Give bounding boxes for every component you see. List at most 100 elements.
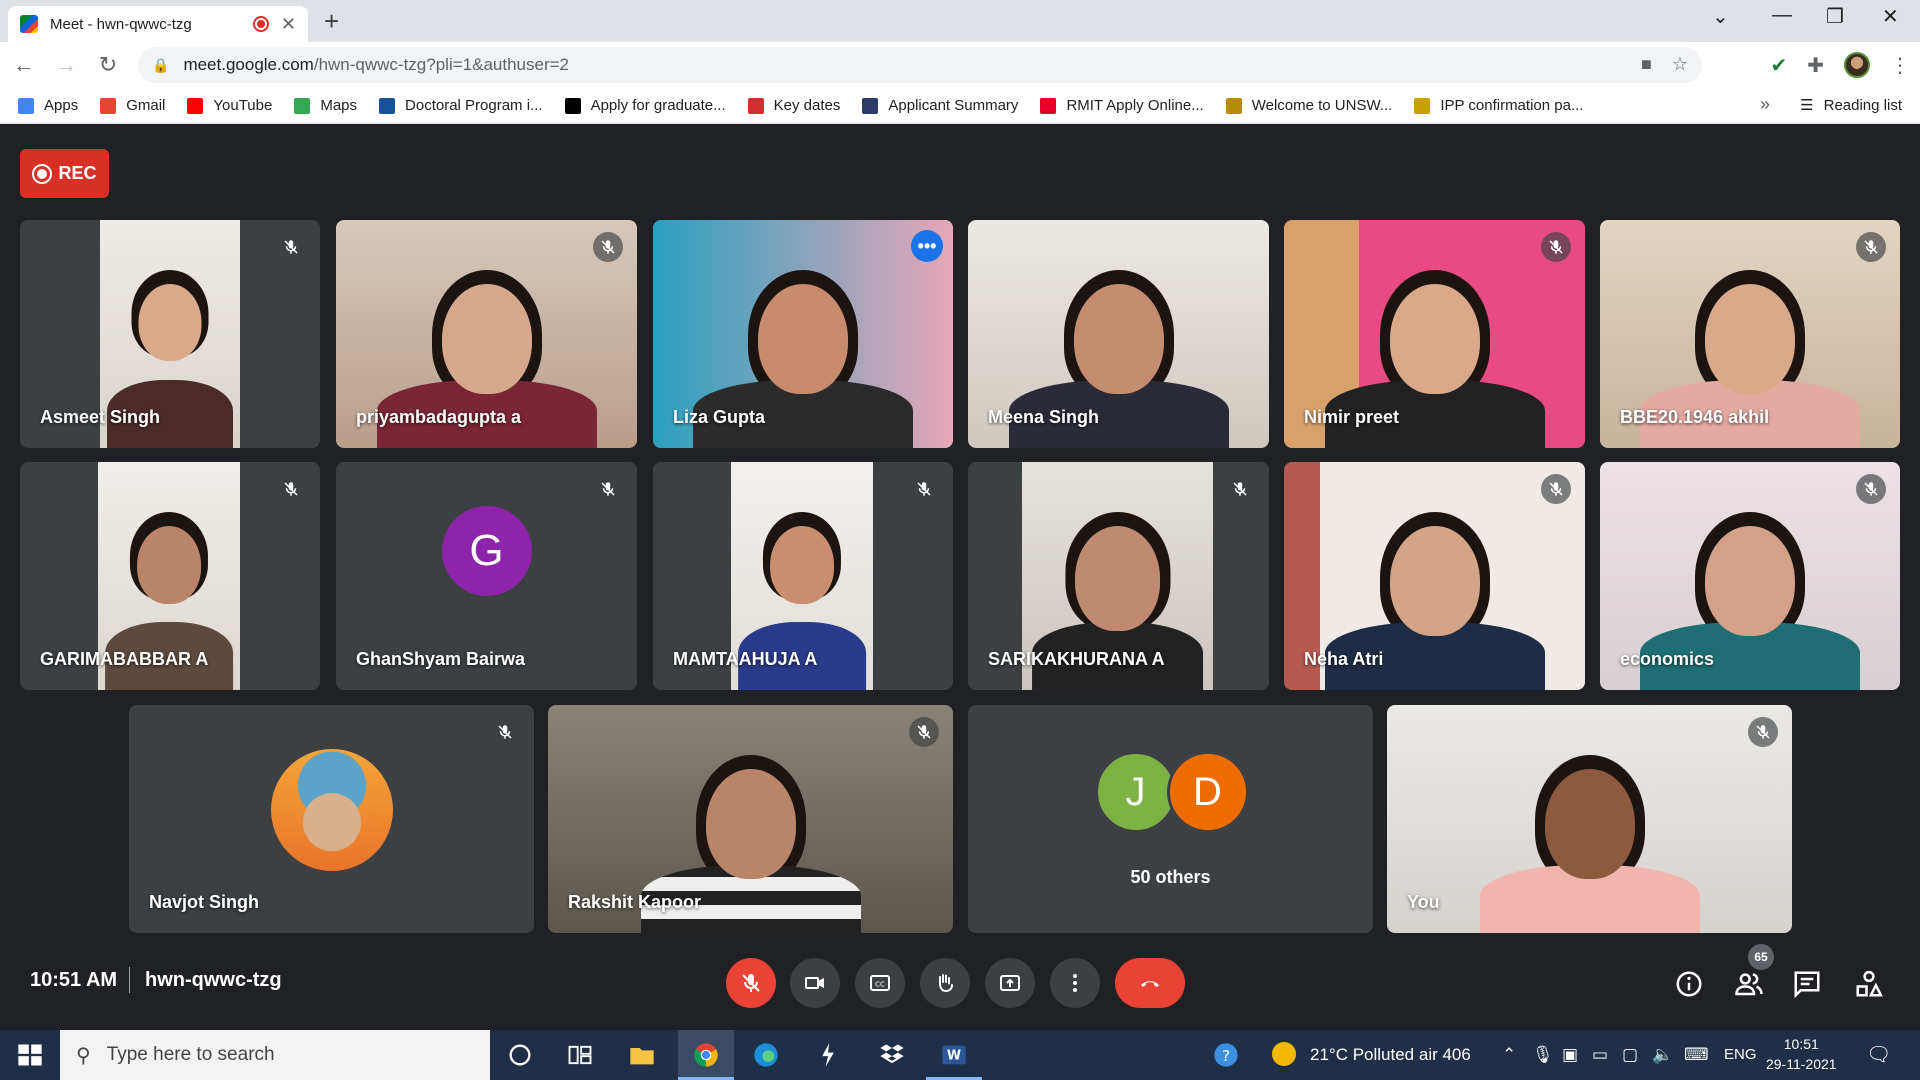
file-explorer-icon[interactable] bbox=[628, 1041, 656, 1069]
tab-search-icon[interactable]: ⌄ bbox=[1712, 4, 1729, 29]
more-bookmarks-icon[interactable]: » bbox=[1760, 94, 1770, 115]
volume-icon[interactable]: 🔈 bbox=[1652, 1045, 1673, 1065]
browser-tabstrip: Meet - hwn-qwwc-tzg ✕ + ⌄ — ❐ ✕ bbox=[0, 0, 1920, 42]
help-icon[interactable]: ? bbox=[1212, 1041, 1240, 1069]
keyboard-icon[interactable]: ⌨ bbox=[1684, 1045, 1709, 1065]
forward-icon[interactable]: → bbox=[48, 52, 84, 78]
participant-name: Meena Singh bbox=[988, 407, 1100, 427]
participant-name: MAMTAAHUJA A bbox=[673, 649, 818, 669]
app-lightning-icon[interactable] bbox=[814, 1041, 842, 1069]
meet-favicon-icon bbox=[20, 15, 38, 33]
bookmark-favicon-icon bbox=[379, 97, 396, 114]
activities-icon[interactable] bbox=[1854, 969, 1884, 999]
bookmarks-bar: Apps Gmail YouTube Maps Doctoral Program i..… bbox=[0, 88, 1920, 124]
display-tray-icon[interactable]: ▣ bbox=[1562, 1045, 1578, 1065]
weather-text[interactable]: 21°C Polluted air 406 bbox=[1310, 1045, 1471, 1065]
bookmark-item[interactable]: IPP confirmation pa... bbox=[1414, 97, 1583, 114]
task-view-icon[interactable] bbox=[566, 1041, 594, 1069]
system-clock[interactable]: 10:51 29-11-2021 bbox=[1766, 1034, 1837, 1074]
browser-tab-meet[interactable]: Meet - hwn-qwwc-tzg ✕ bbox=[8, 6, 308, 42]
reload-icon[interactable]: ↻ bbox=[90, 52, 126, 78]
lock-icon: 🔒 bbox=[152, 56, 170, 73]
participant-tile[interactable]: Navjot Singh bbox=[129, 705, 534, 933]
address-bar[interactable]: 🔒 meet.google.com/hwn-qwwc-tzg?pli=1&aut… bbox=[138, 47, 1702, 83]
weather-sun-icon[interactable] bbox=[1272, 1042, 1296, 1066]
participant-tile[interactable]: Neha Atri bbox=[1284, 462, 1585, 690]
browser-toolbar: ← → ↻ 🔒 meet.google.com/hwn-qwwc-tzg?pli… bbox=[0, 42, 1920, 88]
back-icon[interactable]: ← bbox=[6, 52, 42, 78]
bookmark-label: Applicant Summary bbox=[888, 97, 1019, 114]
participant-tile[interactable]: Nimir preet bbox=[1284, 220, 1585, 448]
bookmark-item[interactable]: RMIT Apply Online... bbox=[1040, 97, 1204, 114]
checkmark-extension-icon[interactable]: ✔ bbox=[1770, 53, 1787, 78]
bookmark-item[interactable]: Welcome to UNSW... bbox=[1225, 97, 1392, 114]
tray-chevron-icon[interactable]: ⌃ bbox=[1502, 1045, 1516, 1065]
bookmark-item[interactable]: Apps bbox=[18, 97, 78, 114]
participant-tile[interactable]: MAMTAAHUJA A bbox=[653, 462, 953, 690]
menu-kebab-icon[interactable]: ⋮ bbox=[1890, 53, 1910, 78]
bookmark-item[interactable]: Maps bbox=[294, 97, 357, 114]
bookmark-label: YouTube bbox=[213, 97, 273, 114]
new-tab-button[interactable]: + bbox=[324, 6, 339, 37]
participant-name: economics bbox=[1620, 649, 1715, 669]
participant-tile[interactable]: G GhanShyam Bairwa bbox=[336, 462, 637, 690]
leave-call-button[interactable] bbox=[1115, 958, 1185, 1008]
reading-list-button[interactable]: ☰ Reading list bbox=[1800, 96, 1902, 115]
tab-close-icon[interactable]: ✕ bbox=[281, 14, 296, 35]
close-window-button[interactable]: ✕ bbox=[1882, 4, 1899, 29]
bookmark-favicon-icon bbox=[862, 97, 879, 114]
present-button[interactable] bbox=[985, 958, 1035, 1008]
captions-button[interactable]: CC bbox=[855, 958, 905, 1008]
raise-hand-button[interactable] bbox=[920, 958, 970, 1008]
edge-icon[interactable] bbox=[752, 1041, 780, 1069]
participant-tile[interactable]: Liza Gupta ••• bbox=[653, 220, 953, 448]
participant-tile[interactable]: BBE20.1946 akhil bbox=[1600, 220, 1900, 448]
camera-button[interactable] bbox=[790, 958, 840, 1008]
mic-muted-icon bbox=[276, 474, 306, 504]
microphone-tray-icon[interactable]: 🎙 bbox=[1532, 1045, 1554, 1065]
word-taskbar-item[interactable]: W bbox=[926, 1030, 982, 1080]
chat-icon[interactable] bbox=[1792, 969, 1822, 999]
chrome-taskbar-item[interactable] bbox=[678, 1030, 734, 1080]
participant-tile[interactable]: SARIKAKHURANA A bbox=[968, 462, 1269, 690]
taskbar-search-box[interactable]: ⚲ Type here to search bbox=[60, 1030, 490, 1080]
minimize-button[interactable]: — bbox=[1772, 4, 1792, 27]
microphone-button[interactable] bbox=[726, 958, 776, 1008]
participant-tile[interactable]: You bbox=[1387, 705, 1792, 933]
dropbox-icon[interactable] bbox=[878, 1041, 906, 1069]
extensions-puzzle-icon[interactable]: ✚ bbox=[1807, 53, 1824, 78]
participant-tile[interactable]: Asmeet Singh bbox=[20, 220, 320, 448]
restore-button[interactable]: ❐ bbox=[1826, 4, 1844, 29]
participant-tile[interactable]: priyambadagupta a bbox=[336, 220, 637, 448]
participant-name: priyambadagupta a bbox=[356, 407, 522, 427]
notification-icon[interactable]: 🗨 bbox=[1866, 1042, 1891, 1067]
windows-start-icon[interactable] bbox=[16, 1041, 44, 1069]
language-indicator[interactable]: ENG bbox=[1724, 1046, 1757, 1063]
bookmark-item[interactable]: Key dates bbox=[747, 97, 840, 114]
meeting-details-icon[interactable] bbox=[1674, 969, 1704, 999]
more-options-button[interactable] bbox=[1050, 958, 1100, 1008]
participant-tile[interactable]: GARIMABABBAR A bbox=[20, 462, 320, 690]
camera-icon[interactable]: ■ bbox=[1641, 54, 1652, 75]
mic-muted-icon bbox=[1856, 232, 1886, 262]
network-icon[interactable]: ▢ bbox=[1622, 1045, 1638, 1065]
bookmark-label: Apply for graduate... bbox=[590, 97, 726, 114]
participant-options-icon[interactable]: ••• bbox=[911, 230, 943, 262]
participant-tile[interactable]: economics bbox=[1600, 462, 1900, 690]
people-icon[interactable] bbox=[1734, 969, 1764, 999]
profile-avatar[interactable] bbox=[1844, 52, 1870, 78]
participant-tile[interactable]: J D 50 others bbox=[968, 705, 1373, 933]
svg-text:W: W bbox=[947, 1049, 961, 1064]
battery-icon[interactable]: ▭ bbox=[1592, 1045, 1608, 1065]
participant-tile[interactable]: Meena Singh bbox=[968, 220, 1269, 448]
mic-muted-icon bbox=[1748, 717, 1778, 747]
bookmark-item[interactable]: Applicant Summary bbox=[862, 97, 1018, 114]
bookmark-item[interactable]: Apply for graduate... bbox=[564, 97, 726, 114]
bookmark-item[interactable]: YouTube bbox=[187, 97, 272, 114]
bookmark-item[interactable]: Doctoral Program i... bbox=[379, 97, 543, 114]
search-icon: ⚲ bbox=[76, 1044, 91, 1067]
bookmark-star-icon[interactable]: ☆ bbox=[1672, 54, 1688, 75]
participant-tile[interactable]: Rakshit Kapoor bbox=[548, 705, 953, 933]
cortana-icon[interactable] bbox=[506, 1041, 534, 1069]
bookmark-item[interactable]: Gmail bbox=[100, 97, 165, 114]
